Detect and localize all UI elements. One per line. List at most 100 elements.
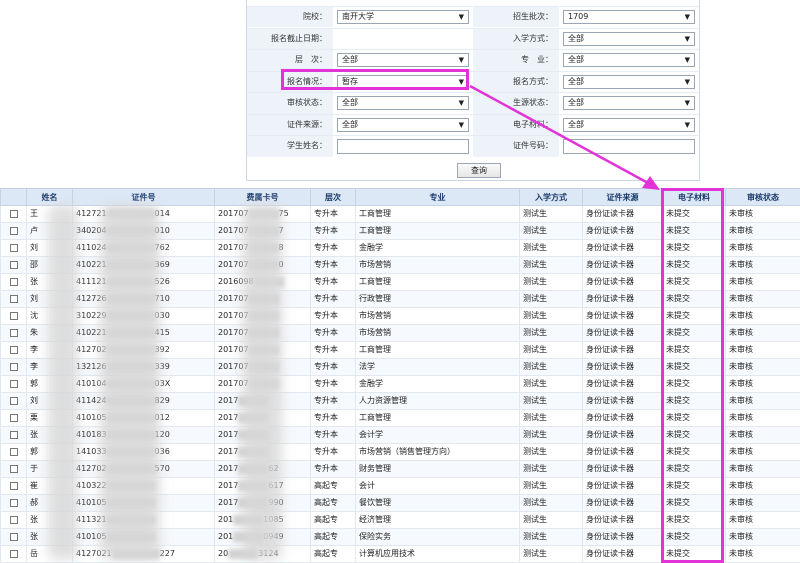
- table-row[interactable]: 王 412721 014 201707 75 专升本 工商管理 测试生 身份证读卡器 未提交 未审核: [0, 205, 800, 223]
- id-number-cell: 4127021 227: [72, 545, 215, 563]
- id-source-cell: 身份证读卡器: [582, 528, 663, 546]
- table-row[interactable]: 刘 411024 762 201707 8 专升本 金融学 测试生 身份证读卡器 未提交 未审核: [0, 239, 800, 257]
- table-row[interactable]: 栗 410105 012 2017 专升本 工商管理 测试生 身份证读卡器 未提交 未审核: [0, 409, 800, 427]
- row-checkbox[interactable]: [9, 515, 18, 524]
- entry-mode-cell: 测试生: [519, 256, 583, 274]
- table-row[interactable]: 郭 141033 036 2017 专升本 市场营销（销售管理方向） 测试生 身份证读卡器 未提…: [0, 443, 800, 461]
- e-material-cell-text: 未提交: [666, 447, 690, 456]
- row-checkbox[interactable]: [9, 243, 18, 252]
- entry-mode-cell: 测试生: [519, 443, 583, 461]
- row-checkbox[interactable]: [9, 226, 18, 235]
- e-material-cell: 未提交: [662, 426, 726, 444]
- row-checkbox[interactable]: [9, 447, 18, 456]
- card-number-cell: 2017: [214, 426, 311, 444]
- student-name-cell: 张: [26, 273, 73, 291]
- row-checkbox[interactable]: [9, 209, 18, 218]
- id-source-cell-text: 身份证读卡器: [586, 430, 634, 439]
- table-row[interactable]: 沈 310229 030 201707 专升本 市场营销 测试生 身份证读卡器 未提交 未审核: [0, 307, 800, 325]
- student-name-cell-text: 于: [30, 464, 38, 473]
- row-checkbox[interactable]: [9, 430, 18, 439]
- id-number-cell: 410221 369: [72, 256, 215, 274]
- id-number-cell: 411321: [72, 511, 215, 529]
- row-checkbox[interactable]: [9, 260, 18, 269]
- major-cell: 法学: [355, 358, 520, 376]
- major-cell-text: 市场营销: [359, 328, 391, 337]
- level-select[interactable]: 全部 ▼: [337, 53, 469, 68]
- card-number-cell-text: 2017: [218, 498, 239, 507]
- row-checkbox[interactable]: [9, 396, 18, 405]
- student-name-input[interactable]: [337, 139, 469, 155]
- redacted-block: [248, 378, 279, 389]
- major-cell-text: 市场营销: [359, 260, 391, 269]
- id-number-cell-tail: 829: [154, 396, 170, 405]
- row-checkbox[interactable]: [9, 277, 18, 286]
- entry-mode-cell: 测试生: [519, 358, 583, 376]
- table-row[interactable]: 岳 4127021 227 20 3124 高起专 计算机应用技术 测试生 身份证读卡器 未提交 未…: [0, 545, 800, 563]
- reg-status-select[interactable]: 暂存 ▼: [337, 74, 469, 89]
- redacted-block: [106, 344, 155, 355]
- table-row[interactable]: 刘 411424 829 2017 专升本 人力资源管理 测试生 身份证读卡器 未提交 未审核: [0, 392, 800, 410]
- row-checkbox[interactable]: [9, 532, 18, 541]
- row-checkbox[interactable]: [9, 379, 18, 388]
- id-number-input[interactable]: [563, 139, 695, 155]
- card-number-cell-text: 201707: [218, 345, 249, 354]
- student-source-select[interactable]: 全部 ▼: [563, 96, 695, 111]
- id-number-cell-text: 141033: [76, 447, 107, 456]
- id-source-cell-text: 身份证读卡器: [586, 226, 634, 235]
- id-source-select[interactable]: 全部 ▼: [337, 117, 469, 132]
- row-checkbox[interactable]: [9, 345, 18, 354]
- entry-mode-label: 入学方式：: [473, 28, 559, 49]
- row-checkbox[interactable]: [9, 481, 18, 490]
- row-checkbox[interactable]: [9, 549, 18, 558]
- row-checkbox[interactable]: [9, 294, 18, 303]
- table-row[interactable]: 郝 410105 2017 990 高起专 餐饮管理 测试生 身份证读卡器 未提交 未审核: [0, 494, 800, 512]
- row-checkbox[interactable]: [9, 413, 18, 422]
- entry-mode-select[interactable]: 全部 ▼: [563, 31, 695, 46]
- table-row[interactable]: 郭 410104 03X 201707 专升本 金融学 测试生 身份证读卡器 未提交 未审核: [0, 375, 800, 393]
- table-row[interactable]: 李 132126 339 201707 专升本 法学 测试生 身份证读卡器 未提交 未审核: [0, 358, 800, 376]
- id-number-cell: 410105: [72, 494, 215, 512]
- table-row[interactable]: 卢 340204 010 201707 7 专升本 工商管理 测试生 身份证读卡器 未提交 未审核: [0, 222, 800, 240]
- major-label: 专 业：: [473, 50, 559, 71]
- student-name-cell: 卢: [26, 222, 73, 240]
- level-label: 层 次：: [247, 50, 333, 71]
- major-cell-text: 工商管理: [359, 277, 391, 286]
- entry-mode-cell: 测试生: [519, 222, 583, 240]
- review-status-select[interactable]: 全部 ▼: [337, 96, 469, 111]
- id-source-cell-text: 身份证读卡器: [586, 379, 634, 388]
- batch-select[interactable]: 1709 ▼: [563, 10, 695, 24]
- table-row[interactable]: 崔 410322 2017 617 高起专 会计 测试生 身份证读卡器 未提交 未审核: [0, 477, 800, 495]
- redacted-block: [106, 259, 155, 270]
- id-source-cell-text: 身份证读卡器: [586, 532, 634, 541]
- school-select[interactable]: 南开大学 ▼: [337, 10, 469, 24]
- table-row[interactable]: 张 410105 201 0949 高起专 保险实务 测试生 身份证读卡器 未提交 未审核: [0, 528, 800, 546]
- level-cell-text: 专升本: [314, 362, 338, 371]
- e-material-cell-text: 未提交: [666, 311, 690, 320]
- table-row[interactable]: 于 412702 570 2017 62 专升本 财务管理 测试生 身份证读卡器 未提交 未审核: [0, 460, 800, 478]
- row-checkbox[interactable]: [9, 464, 18, 473]
- reg-method-select[interactable]: 全部 ▼: [563, 74, 695, 89]
- level-cell: 专升本: [310, 409, 356, 427]
- major-select[interactable]: 全部 ▼: [563, 53, 695, 68]
- checkbox-cell: [0, 324, 27, 342]
- query-button[interactable]: 查询: [457, 163, 501, 178]
- table-row[interactable]: 朱 410221 415 201707 专升本 市场营销 测试生 身份证读卡器 未提交 未审核: [0, 324, 800, 342]
- id-number-cell-tail: 415: [154, 328, 170, 337]
- table-row[interactable]: 邵 410221 369 201707 0 专升本 市场营销 测试生 身份证读卡器 未提交 未审核: [0, 256, 800, 274]
- level-cell: 专升本: [310, 290, 356, 308]
- table-row[interactable]: 张 411121 526 2016098 专升本 工商管理 测试生 身份证读卡器 未提交 未审核: [0, 273, 800, 291]
- row-checkbox[interactable]: [9, 498, 18, 507]
- row-checkbox[interactable]: [9, 311, 18, 320]
- row-checkbox[interactable]: [9, 328, 18, 337]
- table-row[interactable]: 刘 412726 710 201707 专升本 行政管理 测试生 身份证读卡器 未提交 未审核: [0, 290, 800, 308]
- table-row[interactable]: 张 411321 201 1085 高起专 经济管理 测试生 身份证读卡器 未提交 未审核: [0, 511, 800, 529]
- table-row[interactable]: 张 410183 120 2017 专升本 会计学 测试生 身份证读卡器 未提交 未审核: [0, 426, 800, 444]
- row-checkbox[interactable]: [9, 362, 18, 371]
- table-row[interactable]: 李 412702 392 201707 专升本 工商管理 测试生 身份证读卡器 未提交 未审核: [0, 341, 800, 359]
- e-material-select[interactable]: 全部 ▼: [563, 117, 695, 132]
- level-cell: 专升本: [310, 324, 356, 342]
- card-number-cell: 2017: [214, 392, 311, 410]
- major-cell-text: 市场营销: [359, 311, 391, 320]
- card-number-cell: 201 1085: [214, 511, 311, 529]
- redacted-block: [228, 548, 259, 559]
